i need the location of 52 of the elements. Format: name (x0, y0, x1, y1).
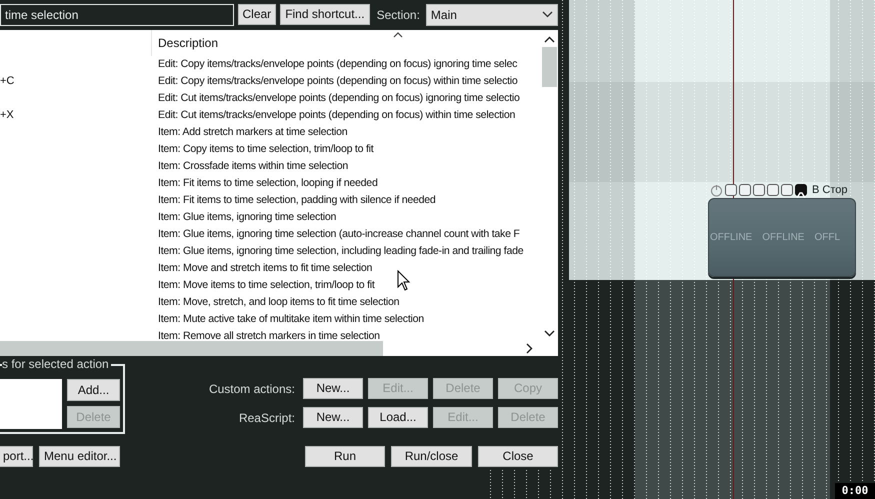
action-row[interactable]: Item: Add stretch markers at time selection (151, 124, 348, 141)
run-button[interactable]: Run (305, 446, 385, 467)
run-close-button[interactable]: Run/close (391, 446, 472, 467)
action-row[interactable]: Item: Glue items, ignoring time selection, including leading fade-in and trailing fade (151, 243, 524, 260)
action-row[interactable]: Edit: Cut items/tracks/envelope points (depending on focus) ignoring time selectio (151, 90, 520, 107)
action-row[interactable]: Item: Crossfade items within time selection (151, 158, 348, 175)
action-row[interactable]: Item: Move, stretch, and loop items to fit time selection (151, 294, 400, 311)
action-row[interactable]: Edit: Copy items/tracks/envelope points (depending on focus) ignoring time selec (151, 56, 518, 73)
action-row[interactable]: Item: Glue items, ignoring time selection (auto-increase channel count with take F (151, 226, 520, 243)
offline-label: OFFLINE (762, 231, 804, 245)
offline-label: OFFL (814, 231, 840, 245)
section-dropdown[interactable]: Main (426, 4, 558, 26)
find-shortcut-button[interactable]: Find shortcut... (280, 4, 370, 25)
shortcut-cell-text: +C (0, 74, 16, 89)
caret-icon (542, 11, 553, 18)
action-row[interactable]: Item: Fit items to time selection, looping if needed (151, 175, 378, 192)
custom-actions-label: Custom actions: (208, 382, 295, 396)
reascript-label: ReaScript: (238, 410, 295, 424)
action-row[interactable]: Item: Mute active take of multitake item within time selection (151, 311, 424, 328)
clear-button[interactable]: Clear (238, 4, 276, 25)
column-header[interactable]: Description (152, 34, 218, 52)
action-row[interactable]: Item: Move items to time selection, trim/loop to fit (151, 277, 375, 294)
action-row[interactable]: Item: Fit items to time selection, padding with silence if needed (151, 192, 436, 209)
new-button[interactable]: New... (303, 407, 363, 428)
menu-editor-button[interactable]: Menu editor... (39, 446, 120, 467)
shortcut-cell-text: +X (0, 108, 15, 123)
envelope-icon[interactable] (795, 184, 807, 196)
action-row[interactable]: Edit: Copy items/tracks/envelope points (depending on focus) within time selectio (151, 73, 518, 90)
mouse-pointer-icon (397, 270, 411, 292)
time-display: 0:00 (835, 483, 875, 499)
action-row[interactable]: Item: Remove all stretch markers in time selection (151, 328, 380, 341)
power-icon[interactable] (710, 184, 723, 197)
scrollbar-thumb[interactable] (0, 341, 383, 356)
scroll-right-icon[interactable] (526, 343, 533, 354)
action-row[interactable]: Edit: Cut items/tracks/envelope points (depending on focus) within time selection (151, 107, 516, 124)
export-button[interactable]: port... (0, 446, 33, 467)
scrollbar-thumb[interactable] (542, 47, 557, 87)
search-field[interactable]: time selection (0, 4, 234, 26)
new-button[interactable]: New... (303, 378, 363, 399)
add-button[interactable]: Add... (67, 379, 120, 401)
close-button[interactable]: Close (478, 446, 558, 467)
group-title: s for selected action (2, 357, 111, 371)
scroll-down-icon[interactable] (544, 330, 555, 337)
load-button[interactable]: Load... (368, 407, 428, 428)
sort-caret-icon (393, 32, 403, 38)
offline-label: OFFLINE (710, 231, 752, 245)
scroll-up-icon[interactable] (544, 36, 555, 43)
action-row[interactable]: Item: Move and stretch items to fit time selection (151, 260, 372, 277)
section-label: Section: (376, 6, 420, 24)
action-row[interactable]: Item: Copy items to time selection, trim/loop to fit (151, 141, 374, 158)
action-row[interactable]: Item: Glue items, ignoring time selection (151, 209, 336, 226)
track-name: В Стор (812, 183, 848, 198)
